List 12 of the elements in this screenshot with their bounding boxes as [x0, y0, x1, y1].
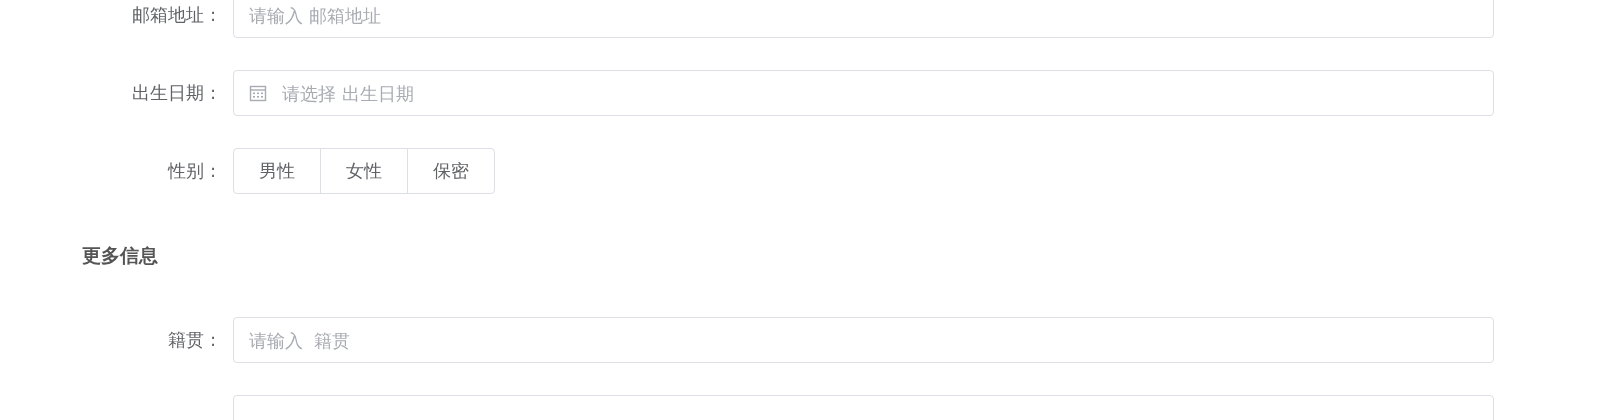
field-label: 邮箱地址 :: [132, 4, 216, 25]
section-title: 更多信息: [82, 244, 158, 266]
field-label: 出生日期 :: [132, 82, 216, 103]
input-field[interactable]: 请输入 邮箱地址: [233, 0, 1494, 38]
input-field[interactable]: 请输入 籍贯: [233, 317, 1494, 363]
radio-button[interactable]: 男性: [233, 148, 321, 194]
date-field[interactable]: 请选择 出生日期: [233, 70, 1494, 116]
field-label: 籍贯 :: [168, 329, 216, 350]
calendar-icon: [249, 84, 267, 102]
radio-button[interactable]: 保密: [407, 148, 495, 194]
field-label: 性别 :: [168, 160, 216, 181]
radio-button[interactable]: 女性: [320, 148, 408, 194]
